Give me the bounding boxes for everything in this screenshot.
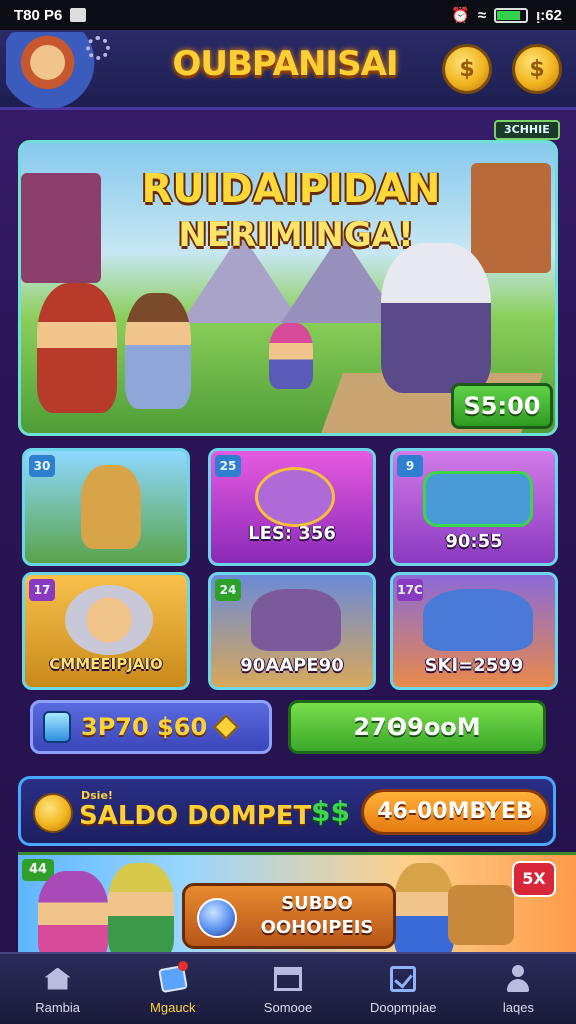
- tile-badge: 17C: [397, 579, 423, 601]
- character-illustration: [38, 871, 108, 952]
- nav-label: Somooe: [263, 999, 313, 1015]
- gem-icon: [197, 898, 237, 938]
- notification-icon: [70, 8, 87, 22]
- gem-illustration: [255, 467, 335, 527]
- treasure-illustration: [448, 885, 514, 945]
- wallet-bar[interactable]: Dsie! SALDO DOMPET $$ 46-00MBYEB: [18, 776, 556, 846]
- bottom-nav: Rambia Mgauck Somooe Doopmpiae laqes: [0, 952, 576, 1024]
- tile-badge: 9: [397, 455, 423, 477]
- character-illustration: [423, 589, 533, 651]
- game-tile[interactable]: 17 CMMEEIPJAIO: [22, 572, 190, 690]
- tile-badge: 25: [215, 455, 241, 477]
- status-bar: T80 P6 ⏰ ≈ ᴉ:62: [0, 0, 576, 30]
- game-tile[interactable]: 17C SKI=2599: [390, 572, 558, 690]
- game-tile[interactable]: 24 90AAPE90: [208, 572, 376, 690]
- character-illustration: [65, 585, 153, 655]
- character-illustration: [37, 283, 117, 413]
- nav-item-shop[interactable]: Somooe: [230, 954, 345, 1024]
- price-button[interactable]: 3P70 $60: [30, 700, 272, 754]
- character-illustration: [269, 323, 313, 389]
- tile-badge: 24: [215, 579, 241, 601]
- tile-badge: 30: [29, 455, 55, 477]
- user-icon: [503, 964, 533, 994]
- battery-icon: [494, 7, 529, 23]
- nav-label: Doopmpiae: [369, 999, 437, 1015]
- promo-button-line1: SUBDO: [281, 893, 353, 914]
- hero-title: RUIDAIPIDAN: [141, 166, 441, 212]
- house-illustration: [21, 173, 101, 283]
- gem-icon: [43, 711, 71, 743]
- diamond-icon: [213, 714, 239, 740]
- coin-icon: [33, 793, 73, 833]
- coin-icon[interactable]: $: [512, 44, 562, 94]
- hero-price-button[interactable]: S5:00: [451, 383, 553, 429]
- wifi-icon: ≈: [477, 6, 487, 24]
- game-tile[interactable]: 30: [22, 448, 190, 566]
- app-title: OUBPANISAI: [172, 44, 398, 84]
- character-illustration: [251, 589, 341, 651]
- blaster-illustration: [423, 471, 533, 527]
- game-tile[interactable]: 25 LES: 356: [208, 448, 376, 566]
- nav-item-home[interactable]: Rambia: [0, 954, 115, 1024]
- character-illustration: [381, 243, 491, 393]
- status-time: T80 P6: [14, 6, 63, 24]
- status-clock: ᴉ:62: [536, 6, 562, 24]
- promo-multiplier-badge: 5X: [512, 861, 556, 897]
- character-illustration: [81, 465, 141, 549]
- green-action-button[interactable]: 27Θ9ooM: [288, 700, 546, 754]
- cash-icon: $$: [311, 795, 350, 828]
- app-header: OUBPANISAI $ $: [0, 30, 576, 110]
- character-illustration: [108, 863, 174, 952]
- promo-button[interactable]: SUBDO OOHOIPEIS: [182, 883, 396, 949]
- tile-caption: CMMEEIPJAIO: [49, 655, 163, 673]
- tile-caption: LES: 356: [248, 523, 336, 544]
- tile-caption: 90:55: [445, 531, 503, 552]
- shop-icon: [273, 964, 303, 994]
- nav-label: laqes: [502, 999, 534, 1015]
- promo-button-line2: OOHOIPEIS: [260, 917, 374, 938]
- tile-caption: SKI=2599: [424, 655, 524, 676]
- character-illustration: [394, 863, 454, 952]
- nav-label: Mgauck: [150, 999, 196, 1015]
- house-illustration: [471, 163, 551, 273]
- gear-icon[interactable]: [86, 36, 110, 60]
- promo-banner[interactable]: 44 SUBDO OOHOIPEIS 5X: [18, 852, 576, 952]
- nav-item-box[interactable]: Mgauck: [115, 954, 230, 1024]
- hero-tag: 3CHHIE: [494, 120, 560, 140]
- tile-badge: 17: [29, 579, 55, 601]
- check-icon: [388, 964, 418, 994]
- box-icon: [157, 959, 189, 994]
- nav-label: Rambia: [35, 999, 80, 1015]
- coin-icon[interactable]: $: [442, 44, 492, 94]
- home-icon: [43, 964, 73, 994]
- tile-caption: 90AAPE90: [240, 655, 344, 676]
- character-illustration: [125, 293, 191, 409]
- hero-subtitle: NERIMINGA!: [178, 215, 414, 255]
- wallet-label: SALDO DOMPET: [79, 801, 312, 831]
- hero-banner[interactable]: RUIDAIPIDAN NERIMINGA! S5:00: [18, 140, 558, 436]
- nav-item-check[interactable]: Doopmpiae: [346, 954, 461, 1024]
- wallet-amount-button[interactable]: 46-00MBYEB: [361, 789, 549, 835]
- alarm-icon: ⏰: [451, 7, 470, 24]
- promo-button-label: SUBDO OOHOIPEIS: [247, 892, 387, 940]
- price-label: 3P70 $60: [81, 713, 208, 741]
- nav-item-profile[interactable]: laqes: [461, 954, 576, 1024]
- game-tile[interactable]: 9 90:55: [390, 448, 558, 566]
